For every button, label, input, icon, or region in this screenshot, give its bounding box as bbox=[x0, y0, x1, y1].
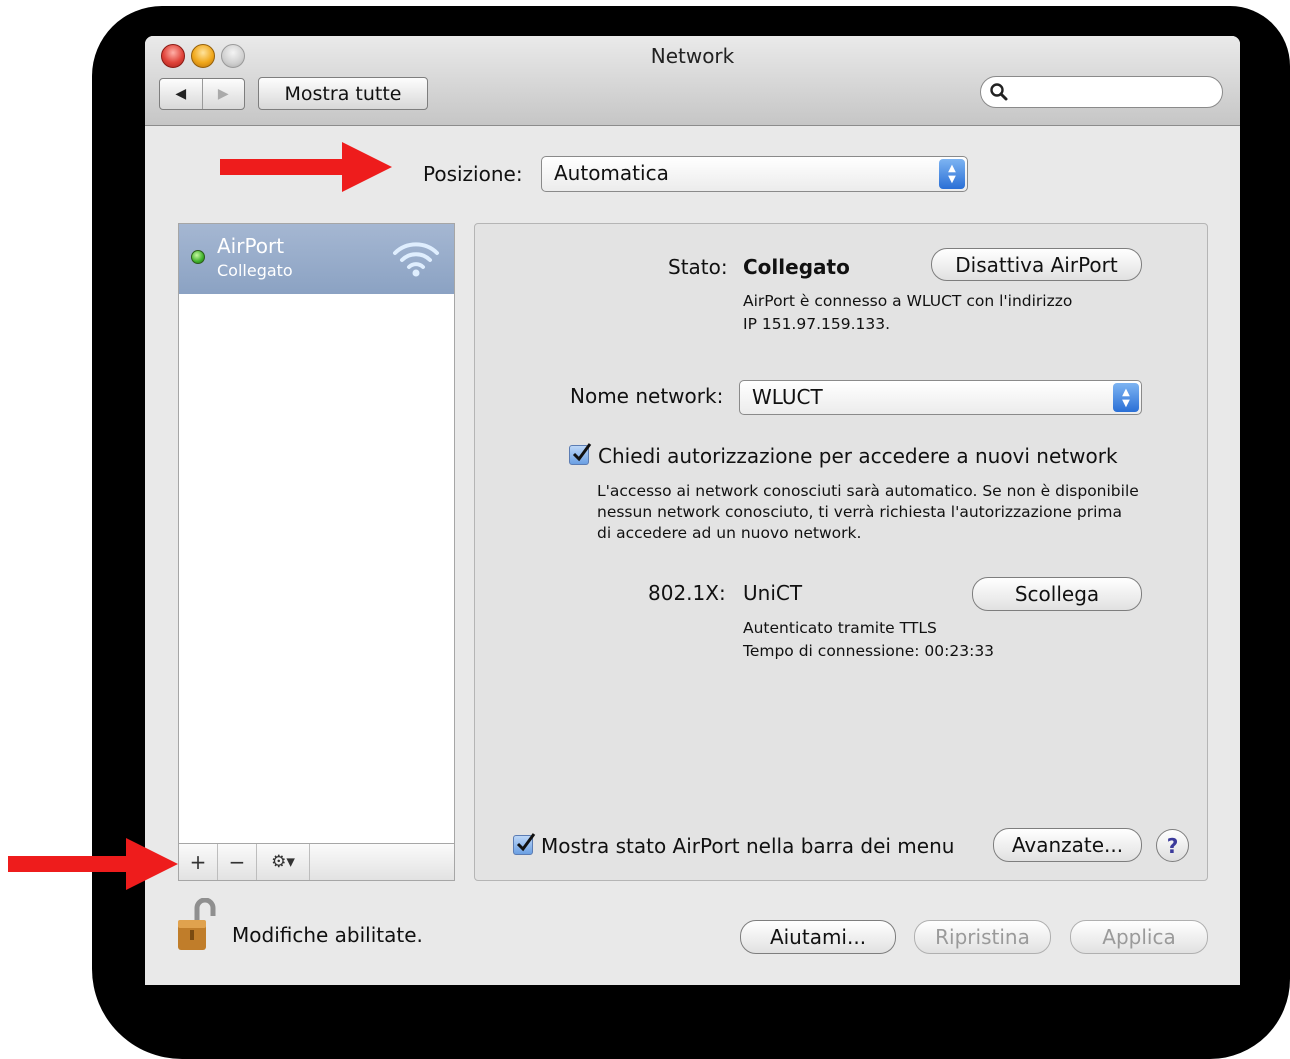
annotation-arrow-location bbox=[220, 142, 392, 192]
service-list-toolbar: + − ⚙▾ bbox=[179, 843, 454, 880]
search-input[interactable] bbox=[1011, 81, 1215, 105]
location-value: Automatica bbox=[554, 161, 669, 185]
popup-arrows-icon: ▲ ▼ bbox=[1113, 383, 1139, 412]
connected-status-dot-icon bbox=[191, 250, 205, 264]
disconnect-button[interactable]: Scollega bbox=[972, 577, 1142, 611]
ask-join-desc-line1: L'accesso ai network conosciuti sarà aut… bbox=[597, 482, 1139, 500]
location-label: Posizione: bbox=[423, 162, 523, 186]
network-name-popup[interactable]: WLUCT ▲ ▼ bbox=[739, 380, 1142, 415]
network-name-value: WLUCT bbox=[752, 385, 823, 409]
popup-arrows-icon: ▲ ▼ bbox=[939, 159, 965, 189]
status-label: Stato: bbox=[668, 255, 728, 279]
service-list: AirPort Collegato + − ⚙▾ bbox=[178, 223, 455, 881]
show-all-button[interactable]: Mostra tutte bbox=[258, 77, 428, 110]
window-title: Network bbox=[650, 44, 735, 68]
search-icon bbox=[990, 83, 1008, 101]
service-name: AirPort bbox=[217, 234, 285, 258]
ask-join-checkbox[interactable] bbox=[569, 443, 592, 465]
turn-off-airport-button[interactable]: Disattiva AirPort bbox=[931, 248, 1142, 281]
remove-service-button[interactable]: − bbox=[218, 844, 257, 880]
dot1x-desc-line2: Tempo di connessione: 00:23:33 bbox=[743, 642, 995, 660]
checkmark-icon bbox=[572, 443, 592, 462]
apply-button[interactable]: Applica bbox=[1070, 920, 1208, 954]
dot1x-label: 802.1X: bbox=[648, 581, 726, 605]
gear-menu-icon[interactable]: ⚙▾ bbox=[257, 844, 310, 880]
add-service-button[interactable]: + bbox=[179, 844, 218, 880]
titlebar: Network ◀ ▶ Mostra tutte bbox=[145, 36, 1240, 126]
assist-me-button[interactable]: Aiutami... bbox=[740, 920, 896, 954]
checkmark-icon bbox=[516, 833, 536, 852]
status-description-line1: AirPort è connesso a WLUCT con l'indiriz… bbox=[743, 292, 1073, 310]
status-description-line2: IP 151.97.159.133. bbox=[743, 315, 891, 333]
show-status-label[interactable]: Mostra stato AirPort nella barra dei men… bbox=[541, 834, 954, 858]
status-value: Collegato bbox=[743, 255, 850, 279]
ask-join-label[interactable]: Chiedi autorizzazione per accedere a nuo… bbox=[598, 444, 1118, 468]
wifi-icon bbox=[393, 242, 439, 277]
dot1x-desc-line1: Autenticato tramite TTLS bbox=[743, 619, 937, 637]
unlocked-padlock-icon[interactable] bbox=[176, 898, 218, 952]
annotation-arrow-add-button bbox=[8, 838, 178, 890]
revert-button[interactable]: Ripristina bbox=[914, 920, 1051, 954]
forward-arrow-icon[interactable]: ▶ bbox=[201, 79, 245, 109]
help-button[interactable]: ? bbox=[1156, 829, 1189, 862]
network-name-label: Nome network: bbox=[570, 384, 724, 408]
service-status: Collegato bbox=[217, 261, 293, 280]
location-popup[interactable]: Automatica ▲ ▼ bbox=[541, 156, 968, 192]
lock-status-text: Modifiche abilitate. bbox=[232, 923, 423, 947]
airport-detail-panel: Stato: Collegato Disattiva AirPort AirPo… bbox=[474, 223, 1208, 881]
show-status-checkbox[interactable] bbox=[513, 833, 536, 855]
service-item-airport[interactable]: AirPort Collegato bbox=[179, 224, 454, 294]
back-arrow-icon[interactable]: ◀ bbox=[160, 79, 202, 109]
ask-join-desc-line2: nessun network conosciuto, ti verrà rich… bbox=[597, 503, 1123, 521]
ask-join-desc-line3: di accedere ad un nuovo network. bbox=[597, 524, 862, 542]
back-forward-control: ◀ ▶ bbox=[159, 78, 245, 110]
search-field[interactable] bbox=[980, 76, 1223, 108]
advanced-button[interactable]: Avanzate... bbox=[993, 828, 1142, 862]
dot1x-value: UniCT bbox=[743, 581, 803, 605]
